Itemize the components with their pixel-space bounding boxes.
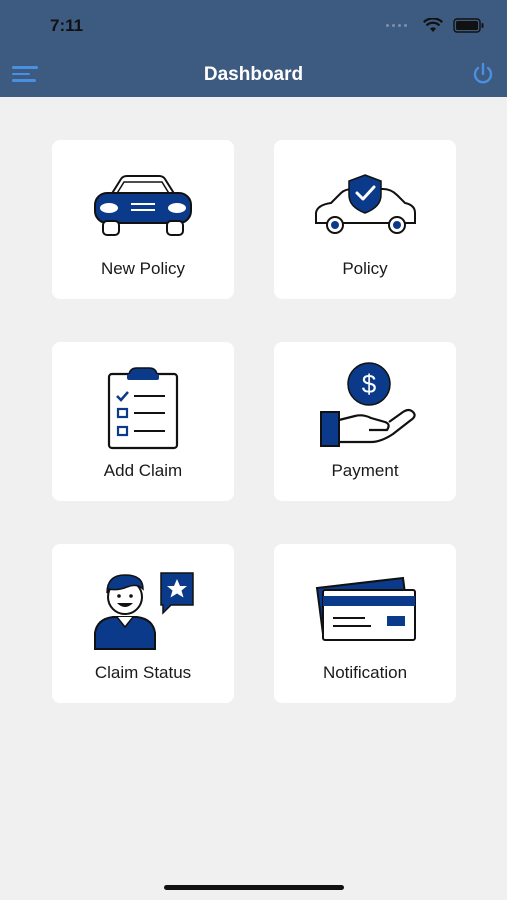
- home-indicator[interactable]: [164, 885, 344, 890]
- car-shield-icon: [305, 160, 425, 252]
- tile-label: Policy: [342, 259, 388, 278]
- clipboard-checklist-icon: [83, 362, 203, 454]
- wifi-icon: [423, 18, 443, 32]
- page-title: Dashboard: [203, 64, 304, 85]
- tile-claim-status[interactable]: Claim Status: [52, 544, 234, 703]
- tile-notification[interactable]: Notification: [274, 544, 456, 703]
- battery-icon: [453, 18, 484, 33]
- car-front-icon: [83, 160, 203, 252]
- hand-coin-icon: $: [305, 362, 425, 454]
- nav-bar: Dashboard: [0, 52, 507, 97]
- tile-label: Notification: [322, 663, 408, 682]
- tile-add-claim[interactable]: Add Claim: [52, 342, 234, 501]
- tile-label: New Policy: [100, 259, 186, 278]
- tile-policy[interactable]: Policy: [274, 140, 456, 299]
- tile-payment[interactable]: $ Payment: [274, 342, 456, 501]
- person-feedback-icon: [83, 564, 203, 656]
- tile-label: Add Claim: [103, 461, 183, 480]
- tile-label: Claim Status: [94, 663, 192, 682]
- status-icons: [386, 18, 485, 33]
- power-icon[interactable]: [471, 62, 495, 86]
- dashboard-grid: New Policy Policy Add Claim $ Payment Cl…: [52, 140, 456, 703]
- status-time: 7:11: [50, 16, 84, 35]
- app-header: 7:11 Dashboard: [0, 0, 507, 97]
- cards-icon: [305, 564, 425, 656]
- tile-new-policy[interactable]: New Policy: [52, 140, 234, 299]
- svg-text:$: $: [362, 369, 377, 399]
- tile-label: Payment: [331, 461, 399, 480]
- signal-icon: [386, 24, 407, 27]
